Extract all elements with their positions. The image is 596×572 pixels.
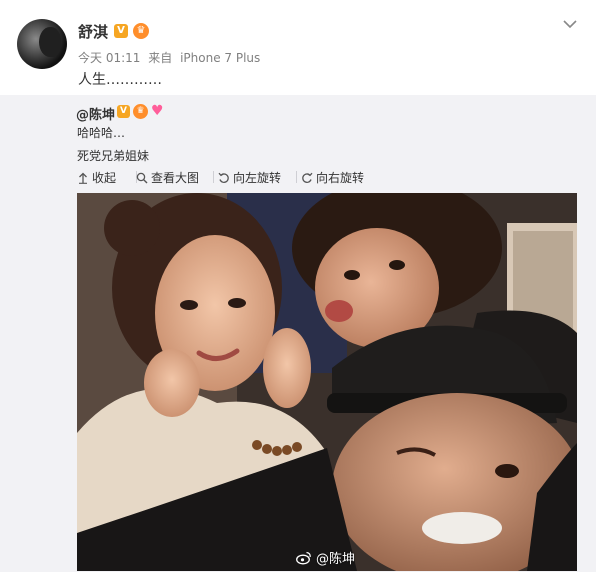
heart-badge-icon: ♥: [151, 103, 164, 119]
verified-v-icon: V: [114, 24, 128, 38]
view-large-label: 查看大图: [151, 171, 200, 185]
collapse-icon: [79, 172, 87, 184]
collapse-label: 收起: [92, 171, 117, 185]
magnifier-icon: [136, 172, 148, 183]
repost-username[interactable]: @陈坤: [76, 104, 115, 123]
repost-text-line2: 死党兄弟姐妹: [77, 149, 150, 163]
verified-v-icon: V: [117, 105, 130, 118]
collapse-button[interactable]: 收起: [77, 169, 116, 186]
post-meta: 今天 01:11 来自 iPhone 7 Plus: [78, 49, 264, 66]
post-text: 人生…………: [78, 72, 162, 88]
rotate-right-label: 向右旋转: [316, 171, 365, 185]
rotate-left-label: 向左旋转: [233, 171, 282, 185]
vip-crown-icon: ♛: [133, 23, 149, 39]
repost-photo[interactable]: [77, 193, 577, 571]
toolbar-divider: [296, 171, 297, 183]
post-time[interactable]: 今天 01:11: [78, 51, 140, 65]
photo-watermark: @陈坤: [296, 548, 355, 567]
repost-text-line1: 哈哈哈…: [77, 126, 126, 140]
weibo-logo-icon: [296, 551, 311, 564]
view-large-button[interactable]: 查看大图: [136, 169, 199, 186]
chevron-down-icon[interactable]: [560, 14, 580, 34]
rotate-right-icon: [302, 172, 313, 183]
post-username[interactable]: 舒淇: [78, 21, 108, 42]
rotate-left-icon: [218, 172, 229, 183]
post-device[interactable]: iPhone 7 Plus: [180, 51, 260, 65]
post-source-prefix: 来自: [148, 51, 173, 65]
watermark-text: @陈坤: [316, 552, 356, 567]
toolbar-divider: [213, 171, 214, 183]
rotate-left-button[interactable]: 向左旋转: [218, 169, 281, 186]
vip-crown-icon: ♛: [133, 104, 148, 119]
rotate-right-button[interactable]: 向右旋转: [301, 169, 364, 186]
user-avatar[interactable]: [17, 19, 67, 69]
photo-illustration: [77, 193, 577, 571]
